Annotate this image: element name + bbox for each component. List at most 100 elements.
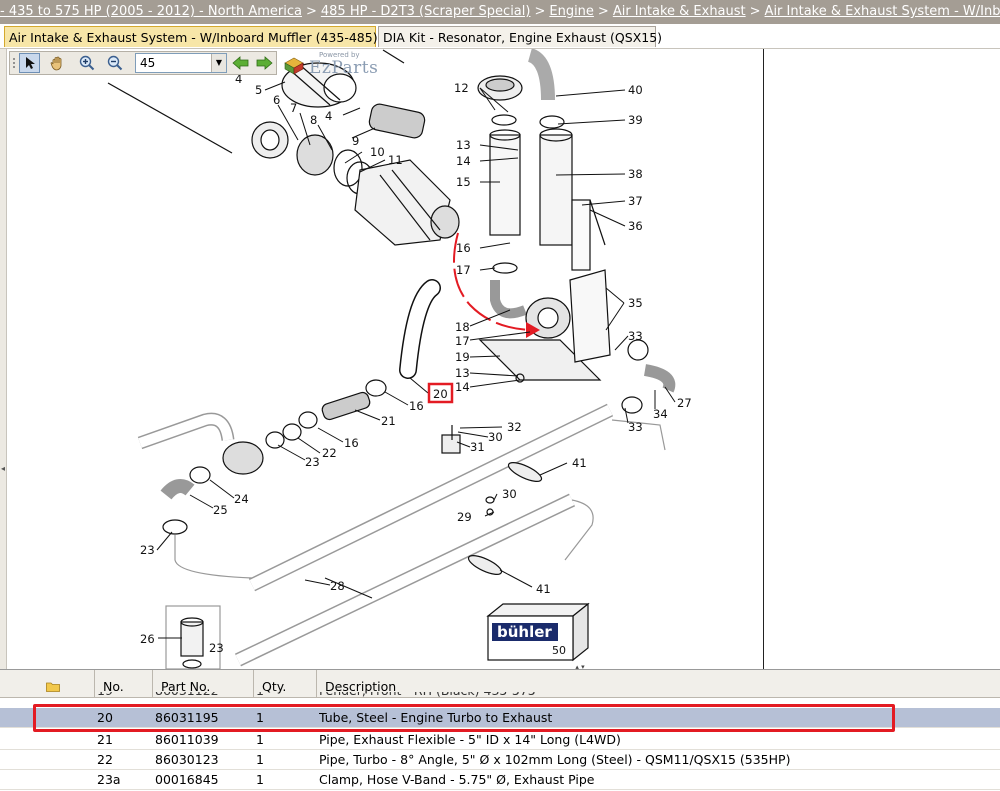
callout-number: 16 <box>344 436 359 450</box>
callout-number: 32 <box>507 420 522 434</box>
zoom-in-button[interactable] <box>76 53 97 73</box>
callout-number: 5 <box>255 83 262 97</box>
zoom-in-icon <box>79 55 94 71</box>
callout-number: 19 <box>455 350 470 364</box>
diagram-toolbar: 45 ▼ <box>9 51 277 75</box>
buhler-logo-text: bühler <box>497 623 552 641</box>
callout-number: 33 <box>628 420 643 434</box>
zoom-out-icon <box>107 55 122 71</box>
cell-qty: 1 <box>256 692 316 701</box>
callout-number: 33 <box>628 329 643 343</box>
callout-number: 11 <box>388 153 403 167</box>
arrow-pointer-icon <box>25 57 35 69</box>
callout-number: 23 <box>305 455 320 469</box>
callout-number: 27 <box>677 396 692 410</box>
breadcrumb-separator: > <box>597 4 609 19</box>
callout-number: 36 <box>628 219 643 233</box>
callout-number: 13 <box>456 138 471 152</box>
tab-air-intake-exhaust-system[interactable]: Air Intake & Exhaust System - W/Inboard … <box>4 26 378 47</box>
cell-no: 23a <box>97 772 121 787</box>
callout-number: 14 <box>456 154 471 168</box>
table-row[interactable]: 22 86030123 1 Pipe, Turbo - 8° Angle, 5"… <box>0 750 1000 770</box>
breadcrumb-link[interactable]: Engine <box>549 4 594 19</box>
tab-dia-kit-resonator[interactable]: DIA Kit - Resonator, Engine Exhaust (QSX… <box>378 26 662 47</box>
cell-part-no: 86030123 <box>155 752 219 767</box>
callout-number: 13 <box>455 366 470 380</box>
table-row[interactable]: 23a 00016845 1 Clamp, Hose V-Band - 5.75… <box>0 770 1000 790</box>
cell-qty: 1 <box>256 752 264 767</box>
callout-number: 38 <box>628 167 643 181</box>
callout-number: 39 <box>628 113 643 127</box>
breadcrumb: - 435 to 575 HP (2005 - 2012) - North Am… <box>0 0 1000 24</box>
pan-tool-button[interactable] <box>46 53 67 73</box>
forward-button[interactable] <box>253 53 274 73</box>
breadcrumb-link[interactable]: Air Intake & Exhaust System - W/Inboard … <box>765 4 1000 19</box>
cell-no: 19 <box>97 692 152 701</box>
selected-row-highlight-box <box>33 704 895 732</box>
table-row[interactable]: 21 86011039 1 Pipe, Exhaust Flexible - 5… <box>0 730 1000 750</box>
breadcrumb-link[interactable]: Air Intake & Exhaust <box>613 4 746 19</box>
zoom-out-button[interactable] <box>104 53 125 73</box>
callout-number: 41 <box>572 456 587 470</box>
zoom-level-value: 45 <box>140 56 156 70</box>
tab-bar: Air Intake & Exhaust System - W/Inboard … <box>0 24 1000 49</box>
ezparts-logo-icon <box>284 57 304 75</box>
callout-number: 6 <box>273 93 280 107</box>
callout-number: 9 <box>352 134 359 148</box>
callout-number: 23 <box>140 543 155 557</box>
callout-number: 4 <box>325 109 332 123</box>
ezparts-brand: Powered by EzParts <box>283 51 393 78</box>
breadcrumb-link[interactable]: 485 HP - D2T3 (Scraper Special) <box>321 4 531 19</box>
callout-number: 12 <box>454 81 469 95</box>
callout-number: 17 <box>455 334 470 348</box>
left-panel-splitter[interactable]: ◂ <box>0 49 7 669</box>
back-button[interactable] <box>230 53 251 73</box>
callout-number: 18 <box>455 320 470 334</box>
callout-number: 7 <box>290 101 297 115</box>
callout-number: 22 <box>322 446 337 460</box>
callout-number: 8 <box>310 113 317 127</box>
pointer-tool-button[interactable] <box>19 53 40 73</box>
callout-number: 10 <box>370 145 385 159</box>
cell-description: Pipe, Exhaust Flexible - 5" ID x 14" Lon… <box>319 732 621 747</box>
callout-number: 30 <box>488 430 503 444</box>
callout-number: 28 <box>330 579 345 593</box>
table-row-partial[interactable]: 19 86031122 1 Fender, Front - RH (Black)… <box>0 692 1000 701</box>
breadcrumb-separator: > <box>534 4 546 19</box>
air-cleaner-assembly <box>251 62 460 246</box>
zoom-level-select[interactable]: 45 ▼ <box>135 53 227 73</box>
leader-line <box>107 82 233 154</box>
callout-number-highlighted[interactable]: 20 <box>433 387 448 401</box>
exhaust-flex-pipe-group <box>137 379 387 535</box>
callout-number: 26 <box>140 632 155 646</box>
folder-icon <box>46 682 60 692</box>
right-panel <box>764 49 1000 669</box>
breadcrumb-separator: > <box>749 4 761 19</box>
back-arrow-icon <box>231 56 248 70</box>
diagram-page-number: 50 <box>552 644 566 657</box>
cell-qty: 1 <box>256 772 264 787</box>
callout-number: 34 <box>653 407 668 421</box>
callout-number: 37 <box>628 194 643 208</box>
callout-number: 15 <box>456 175 471 189</box>
callout-number: 16 <box>456 241 471 255</box>
parts-diagram-viewer[interactable]: 4 5 6 7 8 4 9 10 11 12 13 14 15 16 17 18… <box>7 49 763 669</box>
exploded-parts-diagram: 4 5 6 7 8 4 9 10 11 12 13 14 15 16 17 18… <box>107 49 692 669</box>
callout-number: 21 <box>381 414 396 428</box>
callout-number: 29 <box>457 510 472 524</box>
callout-number: 30 <box>502 487 517 501</box>
callout-number: 40 <box>628 83 643 97</box>
callout-number: 14 <box>455 380 470 394</box>
cell-qty: 1 <box>256 732 264 747</box>
cell-description: Pipe, Turbo - 8° Angle, 5" Ø x 102mm Lon… <box>319 752 791 767</box>
breadcrumb-link[interactable]: - 435 to 575 HP (2005 - 2012) - North Am… <box>0 4 302 19</box>
callout-number: 25 <box>213 503 228 517</box>
callout-number: 23 <box>209 641 224 655</box>
cell-description: Fender, Front - RH (Black) 435-575 <box>319 692 999 701</box>
cell-part-no: 00016845 <box>155 772 219 787</box>
hand-pan-icon <box>50 56 61 71</box>
callout-number: 16 <box>409 399 424 413</box>
forward-arrow-icon <box>256 56 273 70</box>
callout-number: 17 <box>456 263 471 277</box>
chevron-down-icon[interactable]: ▼ <box>211 54 226 72</box>
